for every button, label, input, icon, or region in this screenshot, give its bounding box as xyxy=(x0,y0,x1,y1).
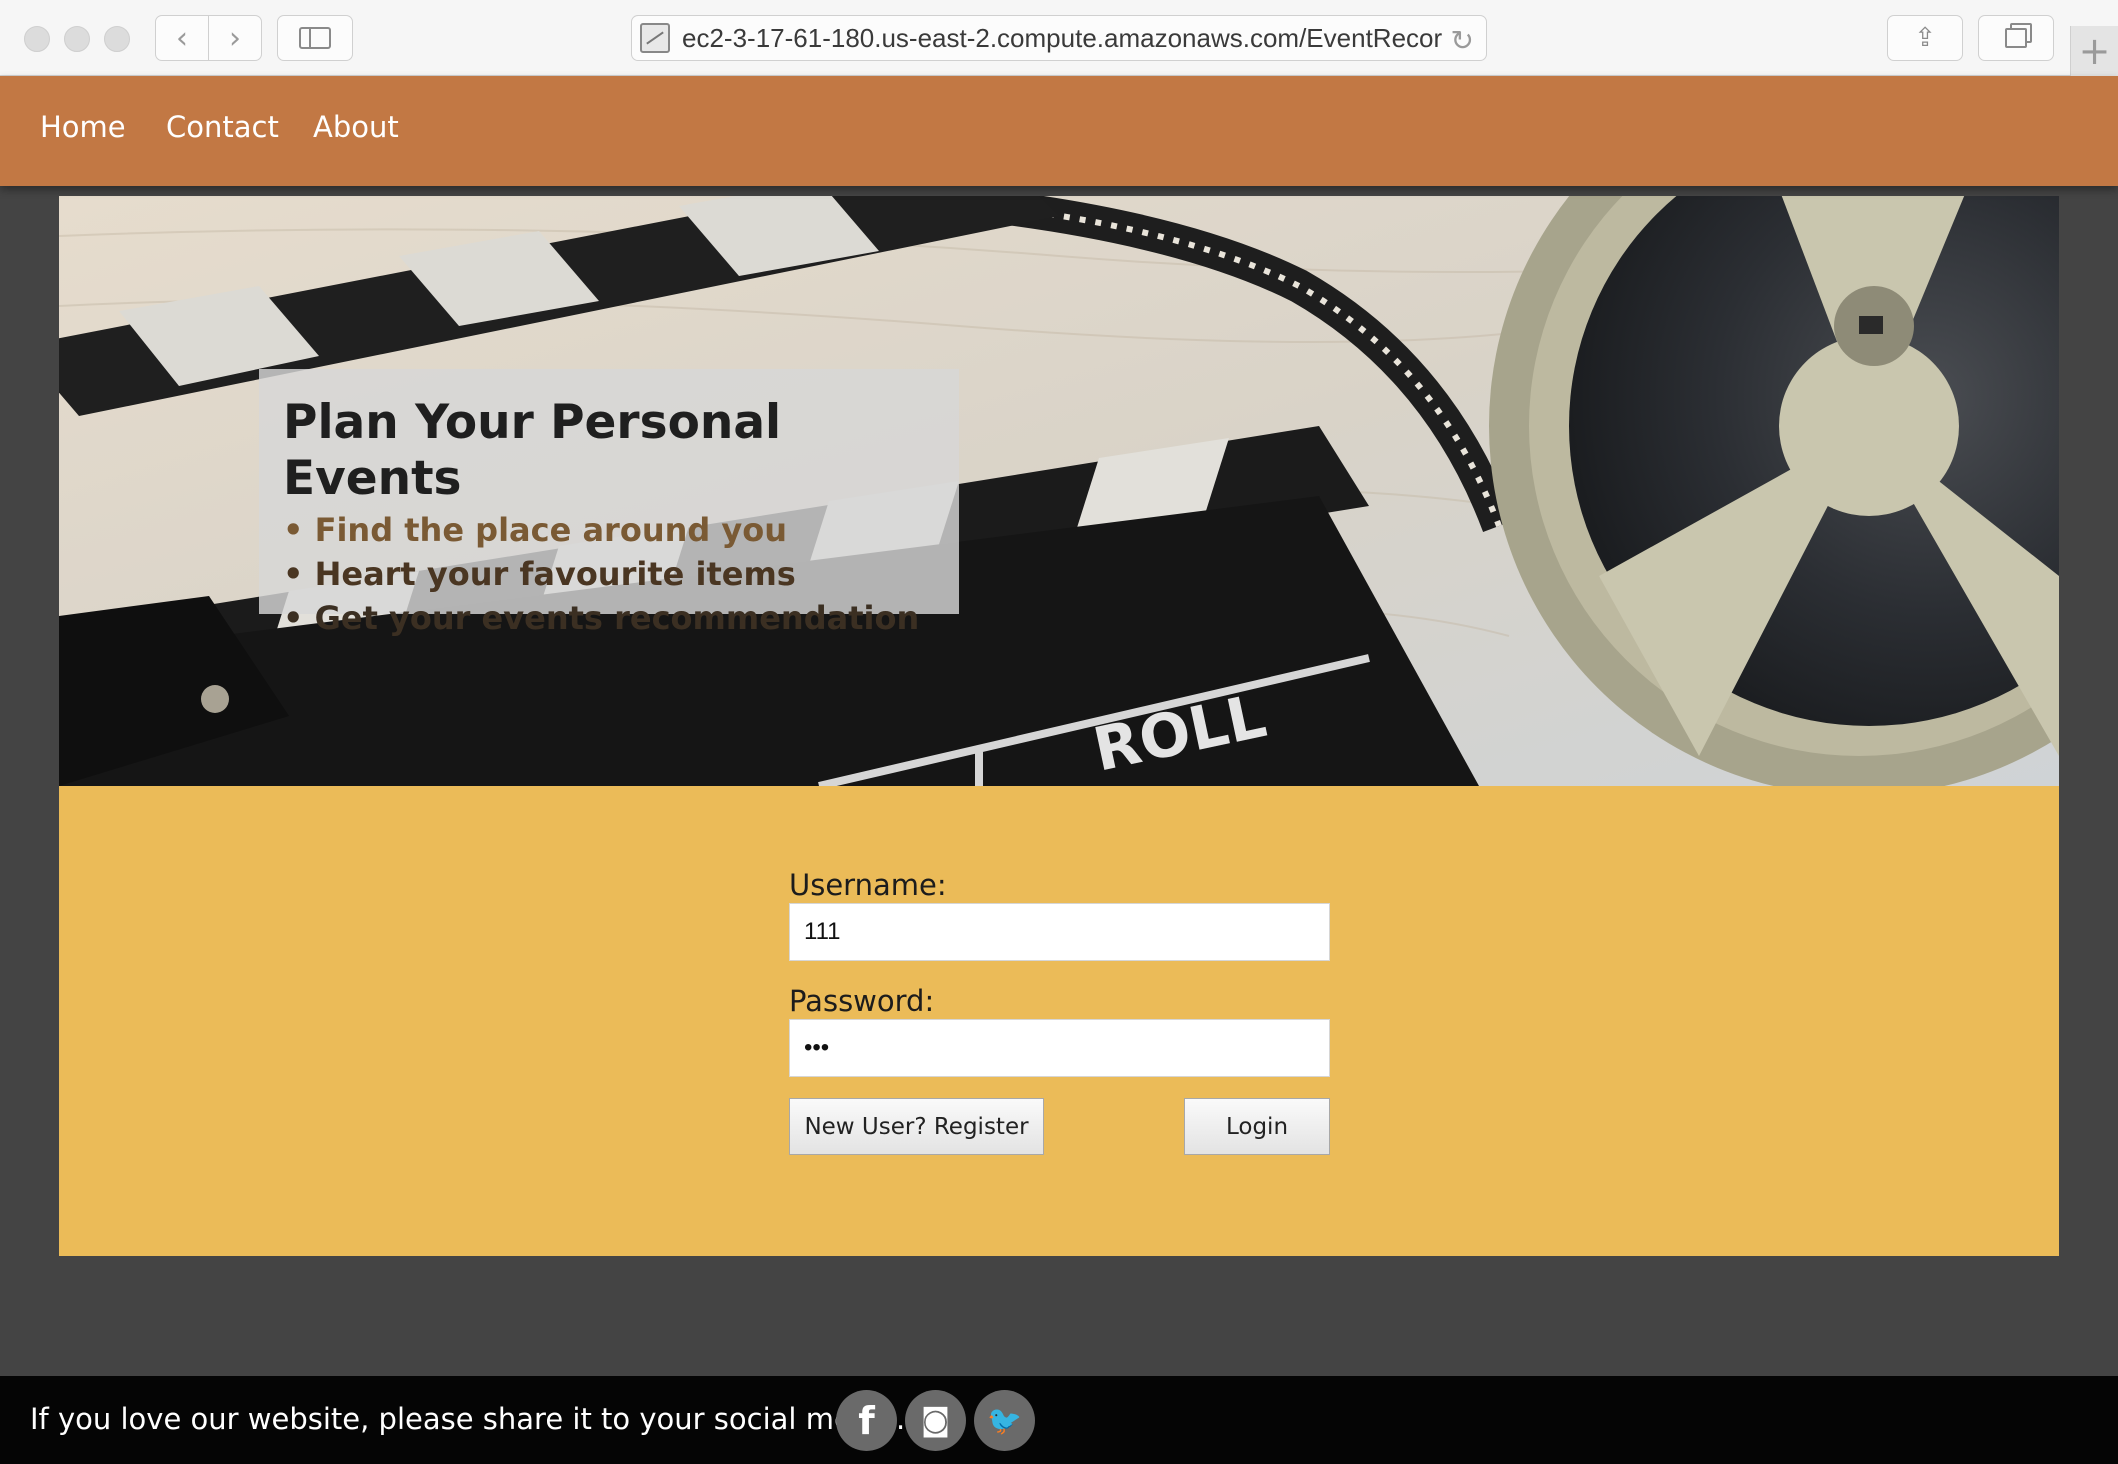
login-form: Username: Password: New User? Register L… xyxy=(59,786,2059,1256)
nav-about-link[interactable]: About xyxy=(313,110,399,144)
login-button[interactable]: Login xyxy=(1184,1098,1330,1155)
back-chevron-icon[interactable]: ‹ xyxy=(156,16,209,60)
password-label: Password: xyxy=(789,984,935,1018)
nav-contact-link[interactable]: Contact xyxy=(166,110,279,144)
page-favicon-icon xyxy=(640,23,670,53)
address-url: ec2-3-17-61-180.us-east-2.compute.amazon… xyxy=(682,22,1442,53)
username-label: Username: xyxy=(789,868,947,902)
tabs-icon xyxy=(2005,28,2027,48)
plus-icon: + xyxy=(2078,29,2111,73)
hero-banner: ROLL Plan Your Personal Events • Find th… xyxy=(59,196,2059,786)
hero-textbox: Plan Your Personal Events • Find the pla… xyxy=(259,369,959,637)
username-input[interactable] xyxy=(789,903,1330,961)
share-icon: ⇪ xyxy=(1914,23,1936,53)
facebook-icon[interactable]: f xyxy=(836,1390,897,1451)
zoom-window-icon[interactable] xyxy=(104,26,130,52)
hero-item-find-place: • Find the place around you xyxy=(283,510,788,549)
hero-item-heart-favourites: • Heart your favourite items xyxy=(283,554,796,593)
password-input[interactable] xyxy=(789,1019,1330,1077)
nav-home-link[interactable]: Home xyxy=(40,110,126,144)
register-button[interactable]: New User? Register xyxy=(789,1098,1044,1155)
hero-title: Plan Your Personal Events xyxy=(283,395,782,507)
browser-toolbar: ‹ › ec2-3-17-61-180.us-east-2.compute.am… xyxy=(0,0,2118,76)
reload-icon[interactable]: ↻ xyxy=(1451,24,1474,57)
close-window-icon[interactable] xyxy=(24,26,50,52)
instagram-icon[interactable]: ◙ xyxy=(905,1390,966,1451)
site-footer: If you love our website, please share it… xyxy=(0,1376,2118,1464)
new-tab-button[interactable]: + xyxy=(2070,26,2118,76)
twitter-icon[interactable]: 🐦 xyxy=(974,1390,1035,1451)
tabs-overview-button[interactable] xyxy=(1978,15,2054,61)
share-button[interactable]: ⇪ xyxy=(1887,15,1963,61)
minimize-window-icon[interactable] xyxy=(64,26,90,52)
footer-share-text: If you love our website, please share it… xyxy=(30,1402,906,1436)
forward-chevron-icon[interactable]: › xyxy=(209,16,261,60)
sidebar-icon xyxy=(299,27,331,49)
site-navbar: Home Contact About xyxy=(0,76,2118,186)
sidebar-toggle-button[interactable] xyxy=(277,15,353,61)
history-nav: ‹ › xyxy=(155,15,262,61)
hero-item-recommendation: • Get your events recommendation xyxy=(283,598,920,637)
address-bar[interactable]: ec2-3-17-61-180.us-east-2.compute.amazon… xyxy=(631,15,1487,61)
